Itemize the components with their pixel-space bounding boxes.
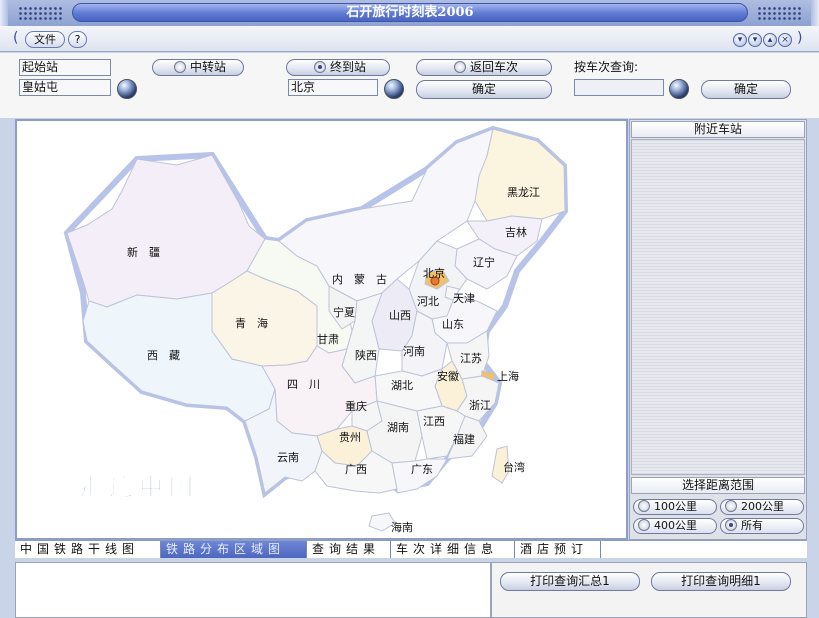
label-hunan: 湖南 bbox=[387, 421, 409, 434]
label-hubei: 湖北 bbox=[391, 379, 413, 392]
return-train-label: 返回车次 bbox=[469, 60, 518, 74]
range-400km-option[interactable]: 400公里 bbox=[633, 518, 717, 534]
results-area[interactable] bbox=[15, 562, 491, 618]
label-anhui: 安徽 bbox=[437, 369, 459, 383]
range-100km-label: 100公里 bbox=[654, 500, 697, 513]
tab-bar: 中国铁路干线图 铁路分布区域图 查询结果 车次详细信息 酒店预订 bbox=[15, 540, 807, 558]
label-jiangsu: 江苏 bbox=[460, 352, 482, 365]
label-shaanxi: 陕西 bbox=[355, 348, 377, 362]
menu-right-bracket: ) bbox=[797, 30, 803, 46]
radio-selected-icon bbox=[725, 519, 737, 531]
file-menu-button[interactable]: 文件 bbox=[25, 31, 65, 48]
label-ningxia: 宁夏 bbox=[333, 305, 355, 319]
title-grip-right bbox=[757, 6, 801, 20]
menu-left-bracket: ( bbox=[13, 30, 19, 46]
range-400km-label: 400公里 bbox=[654, 519, 697, 532]
label-yunnan: 云南 bbox=[277, 451, 299, 464]
title-bar[interactable]: 石开旅行时刻表2006 bbox=[0, 0, 819, 26]
radio-icon bbox=[453, 61, 466, 73]
label-taiwan: 台湾 bbox=[503, 460, 525, 474]
transfer-station-radio[interactable]: 中转站 bbox=[152, 59, 244, 76]
label-hebei: 河北 bbox=[417, 295, 439, 308]
label-shanxi: 山西 bbox=[389, 309, 411, 322]
label-jiangxi: 江西 bbox=[423, 415, 445, 428]
nearby-stations-title: 附近车站 bbox=[631, 121, 805, 138]
nearby-stations-list[interactable] bbox=[631, 139, 805, 475]
label-liaoning: 辽宁 bbox=[473, 255, 495, 269]
tab-railway-region-map[interactable]: 铁路分布区域图 bbox=[161, 541, 307, 558]
train-confirm-button[interactable]: 确定 bbox=[701, 80, 791, 99]
confirm-button[interactable]: 确定 bbox=[416, 80, 552, 99]
title-bar-left-cap bbox=[0, 0, 8, 26]
tab-train-details[interactable]: 车次详细信息 bbox=[391, 541, 515, 558]
radio-icon bbox=[638, 500, 650, 512]
train-query-pick-button[interactable] bbox=[669, 79, 689, 99]
chevron-down-icon[interactable]: ▾ bbox=[733, 33, 747, 47]
print-detail-button[interactable]: 打印查询明细1 bbox=[651, 572, 791, 591]
range-all-option[interactable]: 所有 bbox=[720, 518, 804, 534]
label-beijing: 北京 bbox=[423, 266, 445, 280]
label-jilin: 吉林 bbox=[505, 225, 527, 239]
radio-icon bbox=[725, 500, 737, 512]
label-tianjin: 天津 bbox=[453, 292, 475, 305]
label-guangxi: 广西 bbox=[345, 463, 367, 476]
china-map[interactable]: 新 疆 西 藏 青 海 内 蒙 古 黑龙江 吉林 辽宁 北京 河北 天津 山西 … bbox=[17, 121, 626, 538]
start-station-label: 起始站 bbox=[19, 59, 111, 76]
label-guizhou: 贵州 bbox=[339, 431, 361, 444]
help-menu-button[interactable]: ? bbox=[68, 31, 87, 48]
train-query-label: 按车次查询: bbox=[574, 60, 639, 74]
label-henan: 河南 bbox=[403, 345, 425, 358]
chevron-down-icon[interactable]: ▾ bbox=[748, 33, 762, 47]
label-neimenggu: 内 蒙 古 bbox=[332, 272, 387, 286]
zoubian-zhongguo-logo: 走遍中国 bbox=[79, 472, 199, 501]
radio-icon bbox=[638, 519, 650, 531]
start-station-pick-button[interactable] bbox=[117, 79, 137, 99]
title-bar-right-cap bbox=[811, 0, 819, 26]
label-qinghai: 青 海 bbox=[235, 316, 268, 330]
label-shanghai: 上海 bbox=[497, 369, 519, 383]
window-title: 石开旅行时刻表2006 bbox=[72, 3, 748, 22]
print-summary-button[interactable]: 打印查询汇总1 bbox=[500, 572, 640, 591]
tab-hotel-booking[interactable]: 酒店预订 bbox=[515, 541, 601, 558]
nearby-stations-panel: 附近车站 选择距离范围 100公里 200公里 400公里 所有 bbox=[629, 119, 807, 540]
range-200km-option[interactable]: 200公里 bbox=[720, 499, 804, 515]
label-xinjiang: 新 疆 bbox=[127, 245, 160, 259]
range-title: 选择距离范围 bbox=[631, 477, 805, 494]
tab-railway-trunk-map[interactable]: 中国铁路干线图 bbox=[15, 541, 161, 558]
label-heilongjiang: 黑龙江 bbox=[507, 186, 540, 199]
query-form: 起始站 皇姑屯 中转站 终到站 北京 返回车次 确定 按车次查询: 确定 bbox=[0, 53, 819, 118]
label-guangdong: 广东 bbox=[411, 463, 433, 476]
title-grip-left bbox=[18, 6, 62, 20]
chevron-up-icon[interactable]: ▴ bbox=[763, 33, 777, 47]
label-hainan: 海南 bbox=[391, 520, 413, 534]
label-zhejiang: 浙江 bbox=[469, 399, 491, 412]
range-100km-option[interactable]: 100公里 bbox=[633, 499, 717, 515]
menu-bar: ( 文件 ? ▾ ▾ ▴ × ) bbox=[0, 26, 819, 52]
end-station-radio[interactable]: 终到站 bbox=[286, 59, 390, 76]
label-fujian: 福建 bbox=[453, 432, 475, 446]
china-map-panel[interactable]: 新 疆 西 藏 青 海 内 蒙 古 黑龙江 吉林 辽宁 北京 河北 天津 山西 … bbox=[15, 119, 628, 540]
end-station-input[interactable]: 北京 bbox=[288, 79, 378, 96]
radio-selected-icon bbox=[313, 61, 326, 73]
label-chongqing: 重庆 bbox=[345, 399, 367, 413]
label-sichuan: 四 川 bbox=[287, 378, 320, 391]
train-query-input[interactable] bbox=[574, 79, 664, 96]
end-station-label: 终到站 bbox=[329, 60, 366, 74]
range-all-label: 所有 bbox=[741, 519, 763, 532]
end-station-pick-button[interactable] bbox=[384, 79, 404, 99]
range-200km-label: 200公里 bbox=[741, 500, 784, 513]
tab-query-results[interactable]: 查询结果 bbox=[307, 541, 391, 558]
print-panel: 打印查询汇总1 打印查询明细1 bbox=[491, 562, 807, 618]
label-xizang: 西 藏 bbox=[147, 349, 180, 362]
return-train-radio[interactable]: 返回车次 bbox=[416, 59, 552, 76]
transfer-station-label: 中转站 bbox=[189, 60, 226, 74]
close-icon[interactable]: × bbox=[778, 33, 792, 47]
start-station-input[interactable]: 皇姑屯 bbox=[19, 79, 111, 96]
label-shandong: 山东 bbox=[442, 318, 464, 331]
radio-icon bbox=[173, 61, 186, 73]
label-gansu: 甘肃 bbox=[317, 333, 339, 346]
